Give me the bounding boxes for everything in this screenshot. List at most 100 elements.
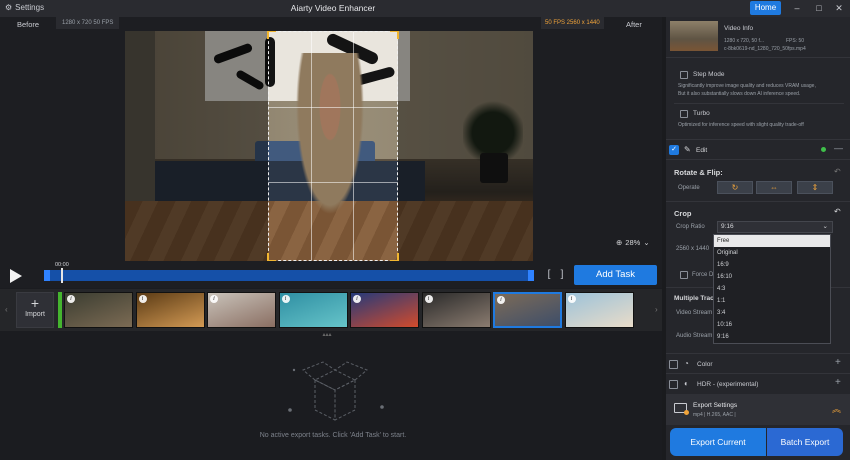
chevron-right-icon[interactable]: › xyxy=(655,305,658,314)
minimize-icon[interactable]: – xyxy=(790,2,804,14)
crop-ratio-option[interactable]: 9:16 xyxy=(714,331,830,343)
after-label: After xyxy=(626,20,642,29)
export-settings-title: Export Settings xyxy=(693,402,738,409)
video-frame[interactable] xyxy=(125,31,533,261)
crop-ratio-option[interactable]: 1:1 xyxy=(714,295,830,307)
crop-ratio-value: 9:16 xyxy=(721,223,734,230)
resolution-label: 2560 x 1440 xyxy=(676,246,710,252)
force-checkbox[interactable] xyxy=(680,271,688,279)
export-current-button[interactable]: Export Current xyxy=(670,428,766,456)
crop-ratio-option[interactable]: 4:3 xyxy=(714,283,830,295)
crop-ratio-option[interactable]: Free xyxy=(714,235,830,247)
info-icon[interactable]: i xyxy=(567,295,576,303)
rotate-button[interactable]: ↻ xyxy=(717,181,753,194)
crop-ratio-label: Crop Ratio xyxy=(676,224,705,230)
maximize-icon[interactable]: □ xyxy=(812,2,826,14)
turbo-checkbox[interactable] xyxy=(680,110,688,118)
color-checkbox[interactable] xyxy=(669,360,678,369)
clip-thumbnail[interactable]: i xyxy=(493,292,562,328)
export-settings-bar[interactable]: Export Settings mp4 | H.265, AAC | ︽ xyxy=(666,394,850,425)
clip-thumbnail[interactable]: i xyxy=(135,292,205,328)
home-button[interactable]: Home xyxy=(750,1,781,15)
resize-handle[interactable]: ▴▴▴ xyxy=(320,331,334,338)
clip-thumbnail[interactable]: i xyxy=(64,292,133,328)
crop-handle-bottom-right[interactable] xyxy=(390,253,399,261)
edit-icon: ✎ xyxy=(684,145,691,154)
edit-status-dot xyxy=(821,147,826,152)
trim-end-icon[interactable]: ] xyxy=(555,268,569,282)
operate-label: Operate xyxy=(678,185,700,191)
flip-vertical-button[interactable]: ⇕ xyxy=(797,181,833,194)
active-clip-marker xyxy=(58,292,62,328)
clip-thumbnail[interactable]: i xyxy=(207,292,276,328)
chevron-up-icon[interactable]: ︽ xyxy=(832,402,841,415)
clip-thumbnail[interactable]: i xyxy=(278,292,348,328)
crop-ratio-dropdown[interactable]: Free Original 16:9 16:10 4:3 1:1 3:4 10:16 9:16 xyxy=(713,234,831,344)
playhead[interactable] xyxy=(61,268,63,283)
chevron-left-icon[interactable]: ‹ xyxy=(5,305,8,314)
hdr-icon: ◐ xyxy=(684,379,689,388)
crop-ratio-option[interactable]: Original xyxy=(714,247,830,259)
reset-rotate-icon[interactable]: ↶ xyxy=(834,167,841,176)
hdr-label: HDR - (experimental) xyxy=(697,381,759,388)
crop-box[interactable] xyxy=(267,31,399,261)
info-icon[interactable]: i xyxy=(138,295,147,303)
crop-handle-top-right[interactable] xyxy=(390,31,399,39)
reset-crop-icon[interactable]: ↶ xyxy=(834,207,841,216)
chevron-down-icon: ⌄ xyxy=(643,238,650,247)
color-label: Color xyxy=(697,361,713,368)
source-info-badge: 1280 x 720 50 FPS xyxy=(56,17,120,29)
expand-color-icon[interactable]: + xyxy=(835,357,841,368)
play-icon[interactable] xyxy=(9,268,23,284)
crop-ratio-select[interactable]: 9:16 ⌄ xyxy=(717,221,833,233)
flip-horizontal-button[interactable]: ⇔ xyxy=(756,181,792,194)
video-info-filename: c-8bk0619-nd_1280_720_50fps.mp4 xyxy=(724,46,806,52)
video-stream-label: Video Stream xyxy=(676,310,713,316)
scene-plant-pot xyxy=(480,153,508,183)
crop-title: Crop xyxy=(674,209,692,218)
import-label: Import xyxy=(25,311,45,318)
title-bar: ⚙ Settings Aiarty Video Enhancer Home – … xyxy=(0,0,850,17)
clip-strip: ‹ + Import › i i i i i i i i xyxy=(0,289,666,331)
output-info-badge: 50 FPS 2560 x 1440 xyxy=(541,17,604,29)
zoom-icon: ⊕ xyxy=(616,238,623,247)
crop-handle-bottom-left[interactable] xyxy=(267,253,276,261)
clip-thumbnail[interactable]: i xyxy=(564,292,634,328)
crop-ratio-option[interactable]: 16:10 xyxy=(714,271,830,283)
step-mode-checkbox[interactable] xyxy=(680,71,688,79)
clip-thumbnail[interactable]: i xyxy=(421,292,491,328)
info-icon[interactable]: i xyxy=(67,295,75,303)
info-icon[interactable]: i xyxy=(210,295,218,303)
export-settings-summary: mp4 | H.265, AAC | xyxy=(693,412,736,418)
batch-export-button[interactable]: Batch Export xyxy=(767,428,843,456)
zoom-level: 28% xyxy=(625,238,641,247)
add-task-button[interactable]: Add Task xyxy=(574,265,657,285)
empty-box-icon xyxy=(288,361,384,421)
trim-start-icon[interactable]: [ xyxy=(542,268,556,282)
crop-ratio-option[interactable]: 10:16 xyxy=(714,319,830,331)
video-info-fps: FPS: 50 xyxy=(786,38,805,44)
chevron-down-icon: ⌄ xyxy=(822,223,828,230)
crop-handle-top-left[interactable] xyxy=(267,31,276,39)
crop-ratio-option[interactable]: 16:9 xyxy=(714,259,830,271)
empty-message: No active export tasks. Click 'Add Task'… xyxy=(259,432,407,439)
palette-icon: ◔ xyxy=(684,359,689,368)
edit-checkbox[interactable]: ✓ xyxy=(669,145,679,155)
close-icon[interactable]: ✕ xyxy=(832,2,846,14)
info-icon[interactable]: i xyxy=(353,295,361,303)
expand-hdr-icon[interactable]: + xyxy=(835,377,841,388)
video-info-title: Video Info xyxy=(724,25,754,32)
info-icon[interactable]: i xyxy=(281,295,290,303)
timeline-bar[interactable] xyxy=(44,270,534,281)
hdr-checkbox[interactable] xyxy=(669,380,678,389)
import-button[interactable]: + Import xyxy=(16,292,54,328)
info-icon[interactable]: i xyxy=(424,295,433,303)
app-title: Aiarty Video Enhancer xyxy=(290,3,376,13)
video-info-line: 1280 x 720, 50 f... xyxy=(724,38,765,44)
clip-thumbnail[interactable]: i xyxy=(350,292,419,328)
scene-plant xyxy=(463,91,523,161)
collapse-icon[interactable]: — xyxy=(834,143,843,153)
zoom-control[interactable]: ⊕ 28% ⌄ xyxy=(616,238,650,247)
info-icon[interactable]: i xyxy=(497,296,505,304)
crop-ratio-option[interactable]: 3:4 xyxy=(714,307,830,319)
